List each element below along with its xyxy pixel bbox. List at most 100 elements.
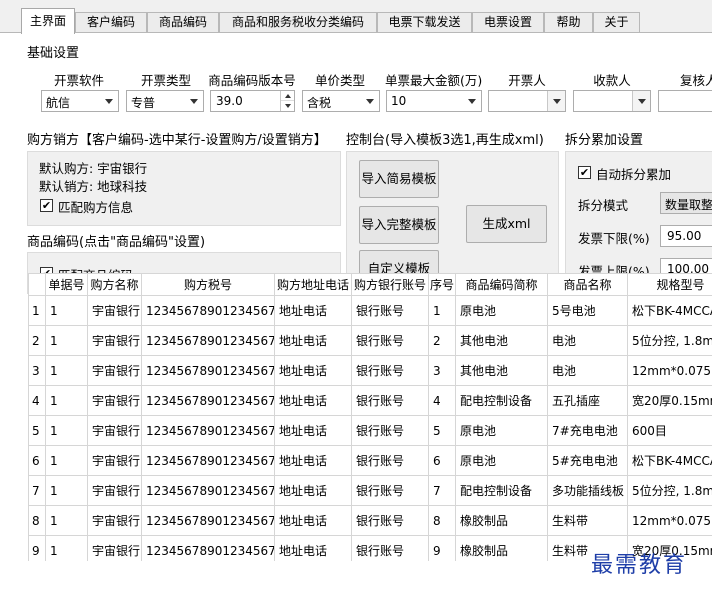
column-header[interactable]: 序号	[428, 273, 456, 296]
spin-up-icon[interactable]	[281, 91, 294, 101]
table-cell[interactable]: 银行账号	[351, 475, 429, 506]
table-cell[interactable]: 银行账号	[351, 415, 429, 446]
table-cell[interactable]: 宇宙银行	[87, 385, 142, 416]
table-cell[interactable]: 银行账号	[351, 325, 429, 356]
software-select[interactable]: 航信	[41, 90, 119, 112]
row-number-cell[interactable]: 4	[28, 385, 46, 416]
table-cell[interactable]: 银行账号	[351, 355, 429, 386]
code-version-spinner[interactable]: 39.0	[210, 90, 295, 112]
tab-customer-code[interactable]: 客户编码	[75, 12, 147, 33]
reviewer-select[interactable]	[658, 90, 712, 112]
import-full-template-button[interactable]: 导入完整模板	[359, 206, 439, 244]
table-cell[interactable]: 生料带	[547, 505, 628, 536]
invoice-type-select[interactable]: 专普	[126, 90, 204, 112]
table-cell[interactable]: 1	[45, 325, 88, 356]
invoice-data-grid[interactable]: 单据号 购方名称 购方税号 购方地址电话 购方银行账号 序号 商品编码简称 商品名称 规格型号 …	[28, 273, 712, 561]
payee-select[interactable]	[573, 90, 651, 112]
table-cell[interactable]: 地址电话	[274, 415, 352, 446]
table-cell[interactable]: 1	[45, 475, 88, 506]
column-header[interactable]: 单据号	[45, 273, 88, 296]
table-row[interactable]: 6 1 宇宙银行 123456789012345678 地址电话 银行账号 6 原电池 5#充电…	[28, 445, 712, 476]
table-cell[interactable]: 松下BK-4MCCA	[627, 295, 712, 326]
table-cell[interactable]: 2	[428, 325, 456, 356]
table-cell[interactable]: 多功能插线板	[547, 475, 628, 506]
issuer-select[interactable]	[488, 90, 566, 112]
column-header[interactable]: 购方名称	[87, 273, 142, 296]
table-cell[interactable]: 宇宙银行	[87, 475, 142, 506]
tab-tax-classification-code[interactable]: 商品和服务税收分类编码	[219, 12, 377, 33]
table-cell[interactable]: 地址电话	[274, 355, 352, 386]
table-cell[interactable]: 电池	[547, 355, 628, 386]
table-cell[interactable]: 123456789012345678	[141, 355, 275, 386]
generate-xml-button[interactable]: 生成xml	[466, 205, 547, 243]
table-cell[interactable]: 5位分控, 1.8m	[627, 475, 712, 506]
table-cell[interactable]: 银行账号	[351, 445, 429, 476]
table-cell[interactable]: 1	[428, 295, 456, 326]
spin-down-icon[interactable]	[281, 101, 294, 111]
table-cell[interactable]: 宽20厚0.15mm	[627, 385, 712, 416]
row-number-cell[interactable]: 8	[28, 505, 46, 536]
table-cell[interactable]: 宇宙银行	[87, 535, 142, 561]
column-header[interactable]: 购方税号	[141, 273, 275, 296]
split-mode-select[interactable]: 数量取整	[660, 192, 712, 214]
table-cell[interactable]: 宇宙银行	[87, 505, 142, 536]
table-cell[interactable]: 宇宙银行	[87, 415, 142, 446]
table-cell[interactable]: 原电池	[455, 445, 548, 476]
table-cell[interactable]: 地址电话	[274, 325, 352, 356]
table-cell[interactable]: 银行账号	[351, 295, 429, 326]
table-cell[interactable]: 宇宙银行	[87, 355, 142, 386]
max-amount-select[interactable]: 10	[386, 90, 482, 112]
import-simple-template-button[interactable]: 导入简易模板	[359, 160, 439, 198]
table-row[interactable]: 1 1 宇宙银行 123456789012345678 地址电话 银行账号 1 原电池 5号电池…	[28, 295, 712, 326]
tab-einvoice-settings[interactable]: 电票设置	[472, 12, 544, 33]
table-cell[interactable]: 5	[428, 415, 456, 446]
table-row[interactable]: 8 1 宇宙银行 123456789012345678 地址电话 银行账号 8 橡胶制品 生料带…	[28, 505, 712, 536]
column-header[interactable]	[28, 273, 46, 296]
table-cell[interactable]: 12mm*0.075mm	[627, 505, 712, 536]
column-header[interactable]: 购方银行账号	[351, 273, 429, 296]
table-cell[interactable]: 原电池	[455, 415, 548, 446]
table-row[interactable]: 2 1 宇宙银行 123456789012345678 地址电话 银行账号 2 其他电池 电池 5…	[28, 325, 712, 356]
table-cell[interactable]: 1	[45, 295, 88, 326]
table-cell[interactable]: 9	[428, 535, 456, 561]
table-cell[interactable]: 3	[428, 355, 456, 386]
column-header[interactable]: 规格型号	[627, 273, 712, 296]
table-row[interactable]: 4 1 宇宙银行 123456789012345678 地址电话 银行账号 4 配电控制设备五…	[28, 385, 712, 416]
row-number-cell[interactable]: 7	[28, 475, 46, 506]
row-number-cell[interactable]: 6	[28, 445, 46, 476]
table-cell[interactable]: 123456789012345678	[141, 295, 275, 326]
column-header[interactable]: 购方地址电话	[274, 273, 352, 296]
table-cell[interactable]: 5#充电电池	[547, 445, 628, 476]
table-cell[interactable]: 4	[428, 385, 456, 416]
table-cell[interactable]: 1	[45, 445, 88, 476]
table-cell[interactable]: 123456789012345678	[141, 415, 275, 446]
table-row[interactable]: 3 1 宇宙银行 123456789012345678 地址电话 银行账号 3 其他电池 电池 1…	[28, 355, 712, 386]
column-header[interactable]: 商品名称	[547, 273, 628, 296]
table-cell[interactable]: 银行账号	[351, 505, 429, 536]
tab-help[interactable]: 帮助	[544, 12, 593, 33]
tab-about[interactable]: 关于	[593, 12, 640, 33]
table-cell[interactable]: 6	[428, 445, 456, 476]
table-row[interactable]: 5 1 宇宙银行 123456789012345678 地址电话 银行账号 5 原电池 7#充电…	[28, 415, 712, 446]
tab-goods-code[interactable]: 商品编码	[147, 12, 219, 33]
table-cell[interactable]: 橡胶制品	[455, 505, 548, 536]
auto-split-checkbox[interactable]: ✔	[578, 166, 591, 179]
table-cell[interactable]: 橡胶制品	[455, 535, 548, 561]
table-cell[interactable]: 宇宙银行	[87, 295, 142, 326]
table-cell[interactable]: 其他电池	[455, 325, 548, 356]
table-cell[interactable]: 原电池	[455, 295, 548, 326]
table-cell[interactable]: 123456789012345678	[141, 325, 275, 356]
table-cell[interactable]: 地址电话	[274, 385, 352, 416]
table-cell[interactable]: 123456789012345678	[141, 535, 275, 561]
table-cell[interactable]: 7#充电电池	[547, 415, 628, 446]
table-cell[interactable]: 600目	[627, 415, 712, 446]
table-cell[interactable]: 123456789012345678	[141, 475, 275, 506]
price-type-select[interactable]: 含税	[302, 90, 380, 112]
table-cell[interactable]: 1	[45, 535, 88, 561]
row-number-cell[interactable]: 2	[28, 325, 46, 356]
table-cell[interactable]: 123456789012345678	[141, 445, 275, 476]
table-cell[interactable]: 8	[428, 505, 456, 536]
table-cell[interactable]: 123456789012345678	[141, 385, 275, 416]
table-cell[interactable]: 5号电池	[547, 295, 628, 326]
table-cell[interactable]: 配电控制设备	[455, 385, 548, 416]
